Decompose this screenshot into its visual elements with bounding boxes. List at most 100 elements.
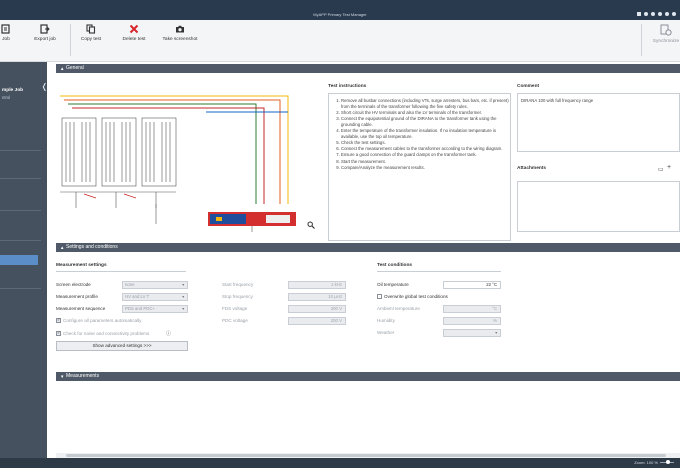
window-controls xyxy=(637,12,676,16)
chevron-down-icon: ▼ xyxy=(60,374,65,379)
humidity-field[interactable]: % xyxy=(443,317,501,325)
scrollbar-thumb[interactable] xyxy=(66,454,666,457)
export-job-icon xyxy=(40,24,50,34)
stop-frequency-label: Stop frequency xyxy=(222,294,253,299)
info-icon[interactable]: ⓘ xyxy=(166,330,171,337)
section-header-general[interactable]: ▲ General xyxy=(56,64,680,73)
delete-test-icon xyxy=(129,24,139,34)
new-job-icon xyxy=(1,24,10,34)
take-screenshot-button[interactable]: Take screenshot xyxy=(156,24,204,42)
settings-icon[interactable] xyxy=(644,12,648,16)
section-title: Measurements xyxy=(66,373,100,379)
overwrite-global-label: Overwrite global test conditions xyxy=(384,294,448,299)
copy-test-icon xyxy=(86,24,96,34)
zoom-label: Zoom: 100 % xyxy=(634,460,658,465)
start-frequency-field[interactable]: 1 kHz xyxy=(288,281,346,289)
weather-select[interactable]: ▼ xyxy=(443,329,501,337)
measurement-profile-label: Measurement profile xyxy=(56,294,98,299)
comment-text: DIRANA 100 with full frequency range xyxy=(521,98,594,103)
delete-test-label: Delete test xyxy=(122,37,146,42)
synchronize-icon xyxy=(660,24,672,36)
user-icon[interactable] xyxy=(651,12,655,16)
job-title[interactable]: mple Job xyxy=(2,88,23,93)
comment-title: Comment xyxy=(517,84,540,89)
measurement-sequence-label: Measurement sequence xyxy=(56,306,106,311)
export-job-button[interactable]: Export job xyxy=(28,24,62,42)
window-title: MyAPP Primary Test Manager xyxy=(313,12,367,17)
fds-voltage-field[interactable]: 200 V xyxy=(288,305,346,313)
screen-electrode-select[interactable]: none ▼ xyxy=(122,281,188,289)
chevron-up-icon: ▲ xyxy=(60,66,65,71)
status-bar: Zoom: 100 % xyxy=(0,458,680,468)
start-frequency-label: Start frequency xyxy=(222,282,254,287)
job-sidebar: mple Job ntrol ❬ xyxy=(0,62,48,458)
configure-all-label: Configure all parameters automatically xyxy=(63,318,142,323)
ribbon-separator xyxy=(641,24,642,56)
measurement-profile-select[interactable]: HV and LV T ▼ xyxy=(122,293,188,301)
zoom-icon[interactable] xyxy=(307,221,315,229)
ambient-temperature-label: Ambient temperature xyxy=(377,306,420,311)
measurement-sequence-select[interactable]: PDS and PDC+ ▼ xyxy=(122,305,188,313)
instruction-step: Start the measurement. xyxy=(341,159,509,165)
weather-label: Weather xyxy=(377,330,395,335)
instruction-step: Connect the measurement cables to the tr… xyxy=(341,146,509,152)
synchronize-button[interactable]: Synchronize xyxy=(646,24,680,44)
check-noise-label: Check for noise and connectivity problem… xyxy=(63,331,150,336)
select-value: HV and LV T xyxy=(125,294,150,299)
instruction-step: Short circuit the HV terminals and also … xyxy=(341,110,509,116)
instruction-step: Ensure a good connection of the guard cl… xyxy=(341,152,509,158)
job-subtitle: ntrol xyxy=(2,95,11,100)
measurement-settings-title: Measurement settings xyxy=(56,263,107,268)
instructions-list: Remove all busbar connections (including… xyxy=(331,98,509,171)
minimize-icon[interactable] xyxy=(665,12,669,16)
show-advanced-settings-button[interactable]: Show advanced settings >>> xyxy=(56,341,188,351)
attachment-folder-icon[interactable]: ▭ xyxy=(658,166,664,173)
oil-temperature-label: Oil temperature xyxy=(377,282,409,287)
attachments-title: Attachments xyxy=(517,166,547,171)
sidebar-divider xyxy=(0,240,41,241)
section-title: General xyxy=(66,65,84,71)
maximize-icon[interactable] xyxy=(672,12,676,16)
comment-textarea[interactable]: DIRANA 100 with full frequency range xyxy=(517,93,680,152)
oil-temperature-field[interactable]: 22 °C xyxy=(443,281,501,289)
take-screenshot-label: Take screenshot xyxy=(162,37,198,42)
new-job-label: Job xyxy=(2,37,10,42)
test-conditions-title: Test conditions xyxy=(377,263,413,268)
stop-frequency-field[interactable]: 10 µHz xyxy=(288,293,346,301)
ribbon-separator xyxy=(70,24,71,56)
delete-test-button[interactable]: Delete test xyxy=(118,24,150,42)
section-title: Settings and conditions xyxy=(66,244,118,250)
sidebar-divider xyxy=(0,288,41,289)
screen-electrode-label: Screen electrode xyxy=(56,282,91,287)
instruction-step: Connect the equipotential ground of the … xyxy=(341,116,509,127)
overwrite-global-checkbox[interactable] xyxy=(377,294,382,299)
title-bar: MyAPP Primary Test Manager xyxy=(0,0,680,20)
pdc-voltage-field[interactable]: 200 V xyxy=(288,317,346,325)
copy-test-label: Copy test xyxy=(80,37,102,42)
export-job-label: Export job xyxy=(34,37,56,42)
collapse-sidebar-icon[interactable]: ❬ xyxy=(41,82,48,91)
fds-voltage-label: FDS voltage xyxy=(222,306,248,311)
chevron-down-icon: ▼ xyxy=(181,283,185,287)
instruction-step: Enter the temperature of the transformer… xyxy=(341,128,509,139)
chevron-down-icon: ▼ xyxy=(181,307,185,311)
section-header-measurements[interactable]: ▼ Measurements xyxy=(56,372,680,381)
add-attachment-icon[interactable]: + xyxy=(667,164,671,171)
check-noise-checkbox[interactable] xyxy=(56,330,61,336)
divider xyxy=(56,271,186,272)
ambient-temperature-field[interactable]: °C xyxy=(443,305,501,313)
section-header-settings[interactable]: ▲ Settings and conditions xyxy=(56,243,680,252)
new-job-button[interactable]: Job xyxy=(0,24,18,42)
zoom-slider-knob[interactable] xyxy=(666,460,670,464)
notification-icon[interactable] xyxy=(637,12,641,16)
copy-test-button[interactable]: Copy test xyxy=(76,24,106,42)
wiring-diagram xyxy=(56,92,296,232)
pdc-voltage-label: PDC voltage xyxy=(222,318,248,323)
attachments-list[interactable] xyxy=(517,181,680,232)
help-icon[interactable] xyxy=(658,12,662,16)
divider xyxy=(377,271,501,272)
instruction-step: Check the test settings. xyxy=(341,140,509,146)
configure-all-checkbox[interactable] xyxy=(56,317,61,323)
sidebar-item-active[interactable] xyxy=(0,255,38,265)
ribbon-toolbar: Job Export job Copy test Delete test Tak… xyxy=(0,20,680,62)
